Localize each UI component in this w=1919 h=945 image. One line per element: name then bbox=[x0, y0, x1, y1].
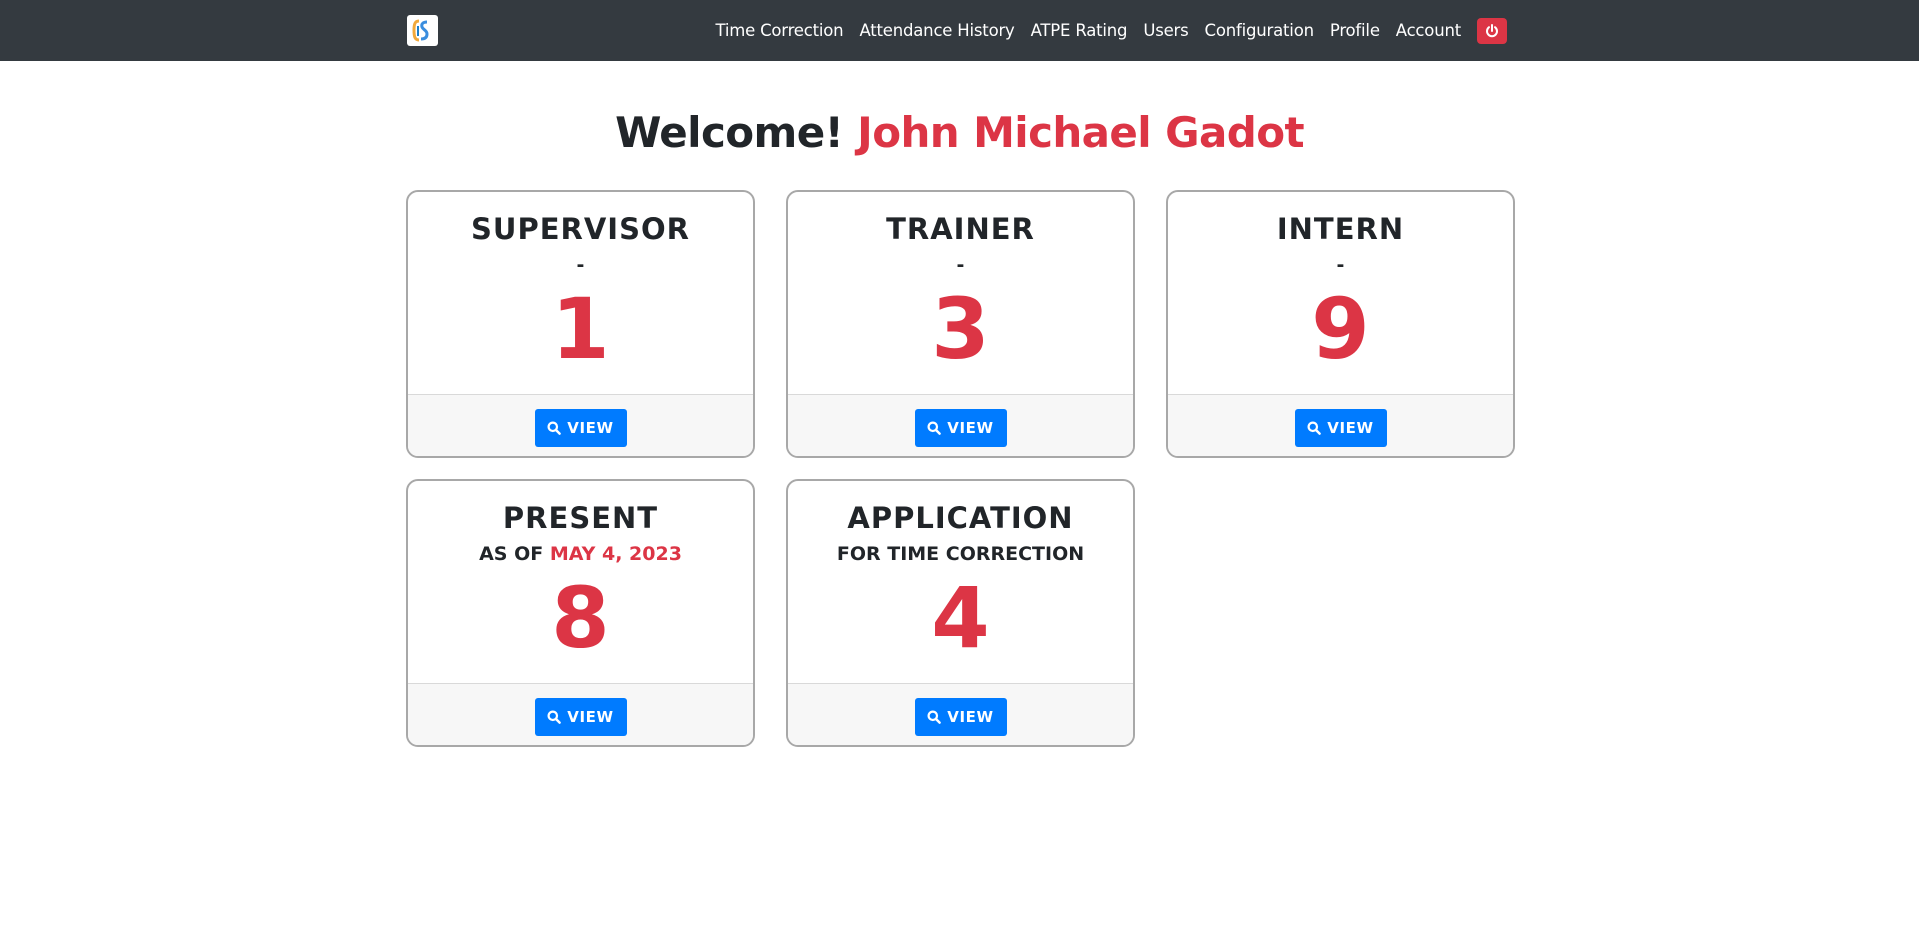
view-present-button[interactable]: VIEW bbox=[534, 697, 627, 736]
nav-users[interactable]: Users bbox=[1143, 21, 1188, 40]
card-footer: VIEW bbox=[788, 683, 1133, 745]
search-icon bbox=[547, 421, 562, 435]
card-title: PRESENT bbox=[502, 501, 659, 535]
card-subtitle-text: - bbox=[1336, 254, 1345, 276]
card-subtitle-text: FOR TIME CORRECTION bbox=[836, 543, 1085, 565]
company-logo[interactable] bbox=[407, 15, 438, 46]
card-count: 8 bbox=[551, 569, 610, 667]
present-date: MAY 4, 2023 bbox=[549, 543, 682, 565]
nav-configuration[interactable]: Configuration bbox=[1205, 21, 1315, 40]
card-count: 3 bbox=[931, 280, 990, 378]
card-subtitle: - bbox=[788, 254, 1133, 276]
logout-button[interactable] bbox=[1477, 17, 1507, 44]
search-icon bbox=[927, 421, 942, 435]
view-button-label: VIEW bbox=[947, 418, 994, 437]
card-subtitle: - bbox=[408, 254, 753, 276]
card-present: PRESENT AS OF MAY 4, 2023 8 VIEW bbox=[406, 479, 755, 747]
card-title: INTERN bbox=[1276, 212, 1405, 246]
nav-profile[interactable]: Profile bbox=[1330, 21, 1380, 40]
search-icon bbox=[927, 710, 942, 724]
card-subtitle-text: - bbox=[576, 254, 585, 276]
card-subtitle-text: AS OF bbox=[479, 543, 550, 565]
nav-attendance-history[interactable]: Attendance History bbox=[859, 21, 1014, 40]
card-title: TRAINER bbox=[886, 212, 1035, 246]
company-logo-icon bbox=[412, 19, 429, 42]
search-icon bbox=[547, 710, 562, 724]
card-count: 4 bbox=[931, 569, 990, 667]
card-footer: VIEW bbox=[1168, 394, 1513, 456]
nav-atpe-rating[interactable]: ATPE Rating bbox=[1031, 21, 1128, 40]
nav-account[interactable]: Account bbox=[1396, 21, 1461, 40]
card-title: SUPERVISOR bbox=[471, 212, 690, 246]
card-body: APPLICATION FOR TIME CORRECTION 4 bbox=[788, 481, 1133, 683]
card-count: 9 bbox=[1311, 280, 1370, 378]
welcome-heading: Welcome! John Michael Gadot bbox=[0, 108, 1919, 157]
card-subtitle-text: - bbox=[956, 254, 965, 276]
view-intern-button[interactable]: VIEW bbox=[1294, 408, 1387, 447]
top-navbar: Time Correction Attendance History ATPE … bbox=[0, 0, 1919, 61]
card-body: INTERN - 9 bbox=[1168, 192, 1513, 394]
card-footer: VIEW bbox=[408, 394, 753, 456]
card-count: 1 bbox=[551, 280, 610, 378]
card-subtitle: FOR TIME CORRECTION bbox=[788, 543, 1133, 565]
card-subtitle: - bbox=[1168, 254, 1513, 276]
power-icon bbox=[1486, 23, 1498, 37]
card-body: TRAINER - 3 bbox=[788, 192, 1133, 394]
view-button-label: VIEW bbox=[947, 707, 994, 726]
view-trainer-button[interactable]: VIEW bbox=[914, 408, 1007, 447]
card-body: PRESENT AS OF MAY 4, 2023 8 bbox=[408, 481, 753, 683]
view-supervisor-button[interactable]: VIEW bbox=[534, 408, 627, 447]
card-application: APPLICATION FOR TIME CORRECTION 4 VIEW bbox=[786, 479, 1135, 747]
card-footer: VIEW bbox=[788, 394, 1133, 456]
card-supervisor: SUPERVISOR - 1 VIEW bbox=[406, 190, 755, 458]
card-subtitle: AS OF MAY 4, 2023 bbox=[408, 543, 753, 565]
card-trainer: TRAINER - 3 VIEW bbox=[786, 190, 1135, 458]
view-button-label: VIEW bbox=[567, 707, 614, 726]
search-icon bbox=[1307, 421, 1322, 435]
view-button-label: VIEW bbox=[567, 418, 614, 437]
card-footer: VIEW bbox=[408, 683, 753, 745]
view-application-button[interactable]: VIEW bbox=[914, 697, 1007, 736]
view-button-label: VIEW bbox=[1327, 418, 1374, 437]
welcome-greeting: Welcome! bbox=[615, 108, 844, 157]
card-body: SUPERVISOR - 1 bbox=[408, 192, 753, 394]
welcome-user-name: John Michael Gadot bbox=[857, 108, 1304, 157]
card-intern: INTERN - 9 VIEW bbox=[1166, 190, 1515, 458]
nav-links: Time Correction Attendance History ATPE … bbox=[715, 0, 1507, 61]
card-title: APPLICATION bbox=[847, 501, 1074, 535]
nav-time-correction[interactable]: Time Correction bbox=[715, 21, 843, 40]
